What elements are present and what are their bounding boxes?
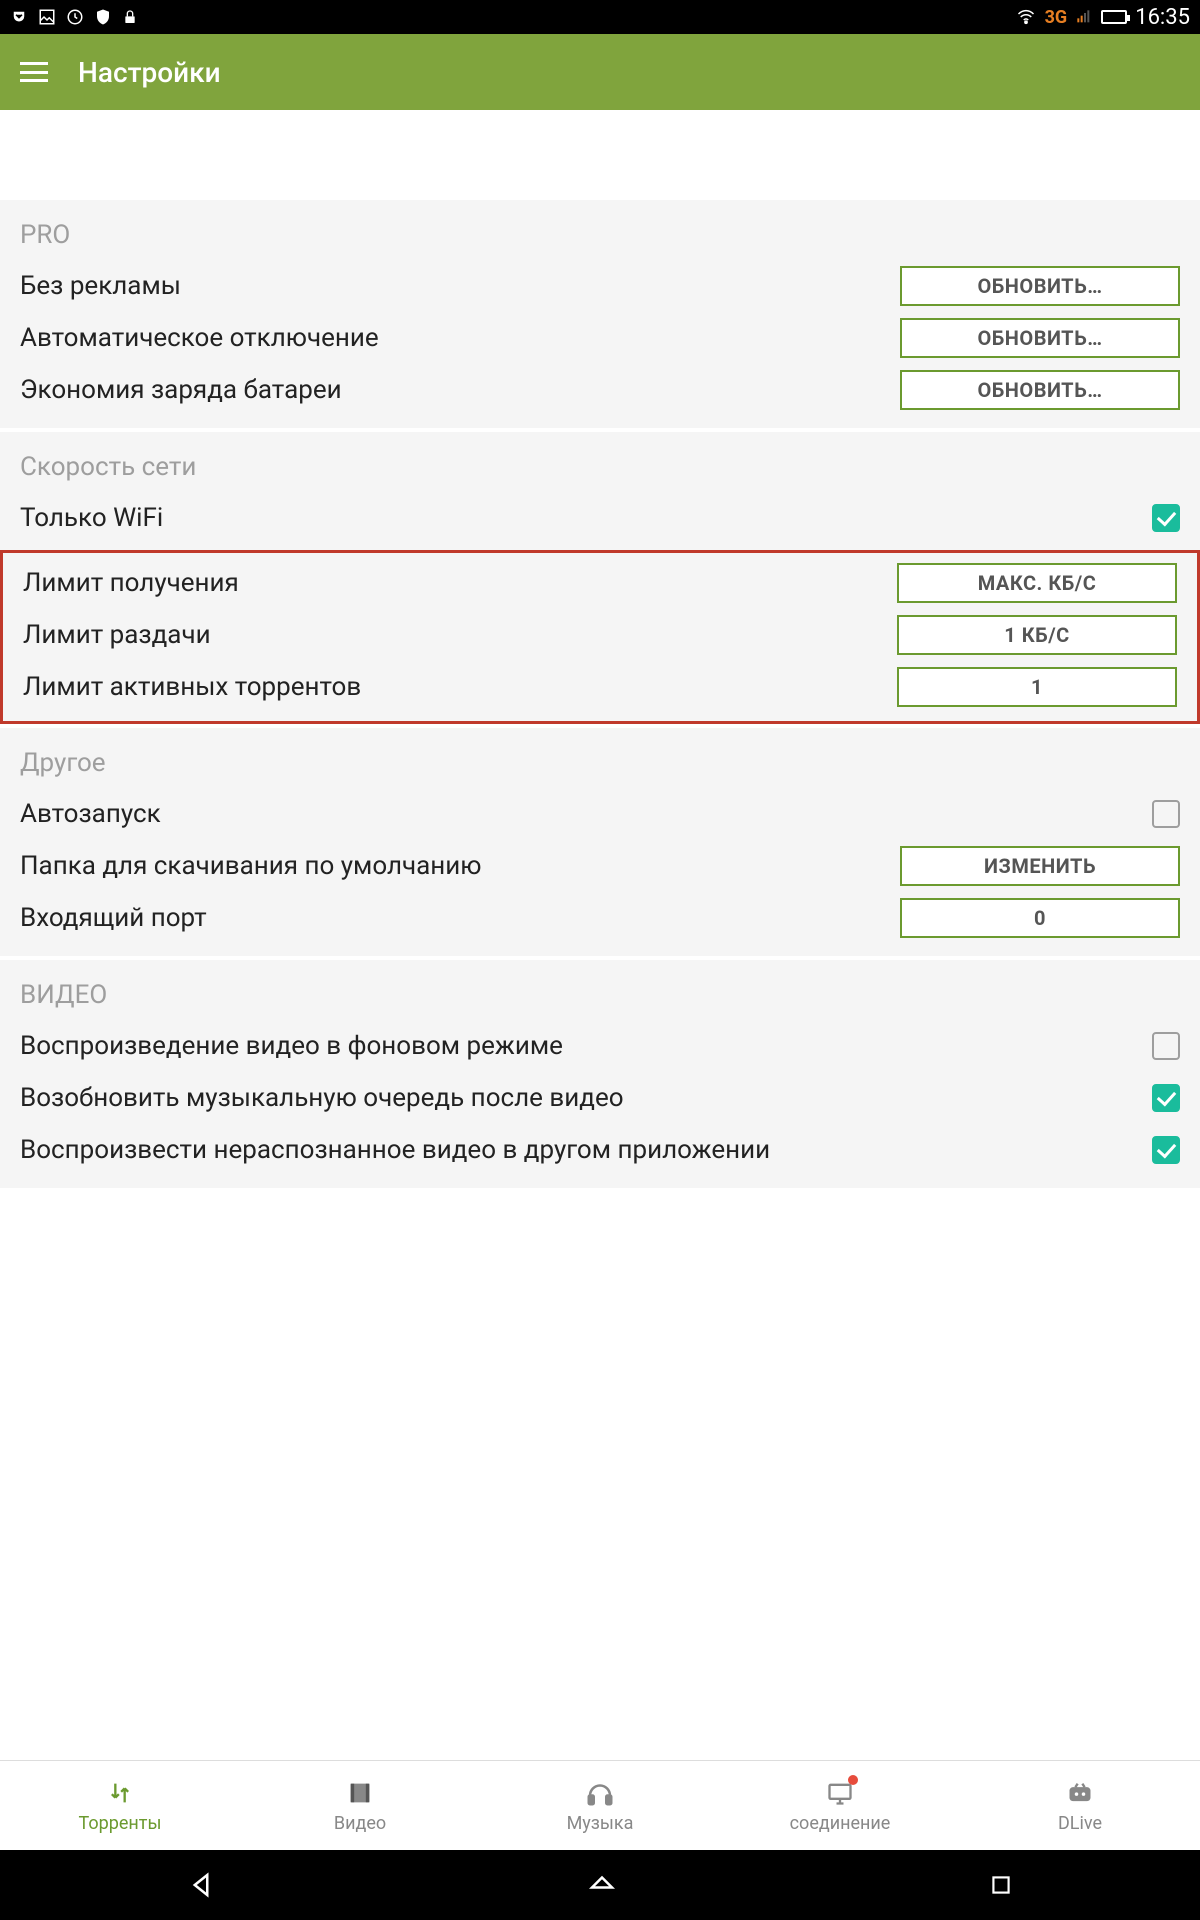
page-title: Настройки	[78, 56, 221, 89]
connection-icon	[824, 1777, 856, 1809]
section-header-video: ВИДЕО	[20, 972, 1180, 1020]
upload-limit-button[interactable]: 1 КБ/С	[897, 615, 1177, 655]
nav-label-dlive: DLive	[1058, 1813, 1102, 1834]
label-battery: Экономия заряда батареи	[20, 375, 900, 405]
row-video-bg-play[interactable]: Воспроизведение видео в фоновом режиме	[20, 1020, 1180, 1072]
settings-content: PRO Без рекламы ОБНОВИТЬ… Автоматическое…	[0, 110, 1200, 1760]
active-torrents-limit-button[interactable]: 1	[897, 667, 1177, 707]
section-other: Другое Автозапуск Папка для скачивания п…	[0, 728, 1200, 956]
section-video: ВИДЕО Воспроизведение видео в фоновом ре…	[0, 960, 1200, 1188]
android-system-nav	[0, 1850, 1200, 1920]
label-unknown-video-external: Воспроизвести нераспознанное видео в дру…	[20, 1135, 1152, 1165]
label-resume-music-queue: Возобновить музыкальную очередь после ви…	[20, 1083, 1152, 1113]
highlighted-limits-box: Лимит получения МАКС. КБ/С Лимит раздачи…	[0, 550, 1200, 724]
battery-icon	[1101, 10, 1127, 24]
nav-label-connection: соединение	[790, 1813, 891, 1834]
checkbox-unknown-video-external[interactable]	[1152, 1136, 1180, 1164]
music-icon	[584, 1777, 616, 1809]
label-auto-off: Автоматическое отключение	[20, 323, 900, 353]
status-right-icons: 3G 16:35	[1015, 5, 1190, 30]
status-time: 16:35	[1135, 5, 1190, 30]
label-video-bg-play: Воспроизведение видео в фоновом режиме	[20, 1031, 1152, 1061]
row-auto-off: Автоматическое отключение ОБНОВИТЬ…	[20, 312, 1180, 364]
checkbox-autostart[interactable]	[1152, 800, 1180, 828]
image-icon	[38, 8, 56, 26]
bottom-navigation: Торренты Видео Музыка соединение DLive	[0, 1760, 1200, 1850]
row-battery: Экономия заряда батареи ОБНОВИТЬ…	[20, 364, 1180, 416]
row-autostart[interactable]: Автозапуск	[20, 788, 1180, 840]
label-active-torrents-limit: Лимит активных торрентов	[23, 672, 897, 702]
nav-back-button[interactable]	[186, 1870, 216, 1900]
torrents-icon	[104, 1777, 136, 1809]
nav-music[interactable]: Музыка	[480, 1761, 720, 1850]
status-left-icons	[10, 8, 138, 26]
upgrade-button-autooff[interactable]: ОБНОВИТЬ…	[900, 318, 1180, 358]
label-upload-limit: Лимит раздачи	[23, 620, 897, 650]
section-netspeed-top: Скорость сети Только WiFi	[0, 432, 1200, 550]
nav-label-music: Музыка	[567, 1813, 634, 1834]
checkbox-wifi-only[interactable]	[1152, 504, 1180, 532]
lock-icon	[122, 8, 138, 26]
incoming-port-button[interactable]: 0	[900, 898, 1180, 938]
download-limit-button[interactable]: МАКС. КБ/С	[897, 563, 1177, 603]
section-header-pro: PRO	[20, 212, 1180, 260]
label-wifi-only: Только WiFi	[20, 503, 1152, 533]
network-3g-label: 3G	[1045, 7, 1068, 28]
label-download-folder: Папка для скачивания по умолчанию	[20, 851, 900, 881]
video-icon	[344, 1777, 376, 1809]
checkbox-video-bg-play[interactable]	[1152, 1032, 1180, 1060]
row-unknown-video-external[interactable]: Воспроизвести нераспознанное видео в дру…	[20, 1124, 1180, 1176]
dlive-icon	[1064, 1777, 1096, 1809]
row-download-limit: Лимит получения МАКС. КБ/С	[23, 557, 1177, 609]
nav-torrents[interactable]: Торренты	[0, 1761, 240, 1850]
label-autostart: Автозапуск	[20, 799, 1152, 829]
row-no-ads: Без рекламы ОБНОВИТЬ…	[20, 260, 1180, 312]
row-active-torrents-limit: Лимит активных торрентов 1	[23, 661, 1177, 713]
nav-recent-button[interactable]	[988, 1872, 1014, 1898]
upgrade-button-noads[interactable]: ОБНОВИТЬ…	[900, 266, 1180, 306]
pocket-icon	[10, 8, 28, 26]
section-pro: PRO Без рекламы ОБНОВИТЬ… Автоматическое…	[0, 200, 1200, 428]
nav-dlive[interactable]: DLive	[960, 1761, 1200, 1850]
nav-video[interactable]: Видео	[240, 1761, 480, 1850]
change-folder-button[interactable]: ИЗМЕНИТЬ	[900, 846, 1180, 886]
checkbox-resume-music-queue[interactable]	[1152, 1084, 1180, 1112]
section-header-other: Другое	[20, 740, 1180, 788]
connection-badge-icon	[848, 1775, 858, 1785]
sync-icon	[66, 8, 84, 26]
row-wifi-only[interactable]: Только WiFi	[20, 492, 1180, 544]
shield-icon	[94, 8, 112, 26]
signal-icon	[1075, 9, 1093, 25]
top-spacer	[0, 110, 1200, 200]
nav-home-button[interactable]	[587, 1870, 617, 1900]
android-status-bar: 3G 16:35	[0, 0, 1200, 34]
nav-connection[interactable]: соединение	[720, 1761, 960, 1850]
wifi-icon	[1015, 8, 1037, 26]
label-download-limit: Лимит получения	[23, 568, 897, 598]
app-bar: Настройки	[0, 34, 1200, 110]
label-incoming-port: Входящий порт	[20, 903, 900, 933]
row-incoming-port: Входящий порт 0	[20, 892, 1180, 944]
section-header-netspeed: Скорость сети	[20, 444, 1180, 492]
upgrade-button-battery[interactable]: ОБНОВИТЬ…	[900, 370, 1180, 410]
label-no-ads: Без рекламы	[20, 271, 900, 301]
nav-label-torrents: Торренты	[79, 1813, 162, 1834]
nav-label-video: Видео	[334, 1813, 386, 1834]
row-resume-music-queue[interactable]: Возобновить музыкальную очередь после ви…	[20, 1072, 1180, 1124]
row-upload-limit: Лимит раздачи 1 КБ/С	[23, 609, 1177, 661]
menu-hamburger-icon[interactable]	[20, 62, 48, 82]
row-download-folder: Папка для скачивания по умолчанию ИЗМЕНИ…	[20, 840, 1180, 892]
